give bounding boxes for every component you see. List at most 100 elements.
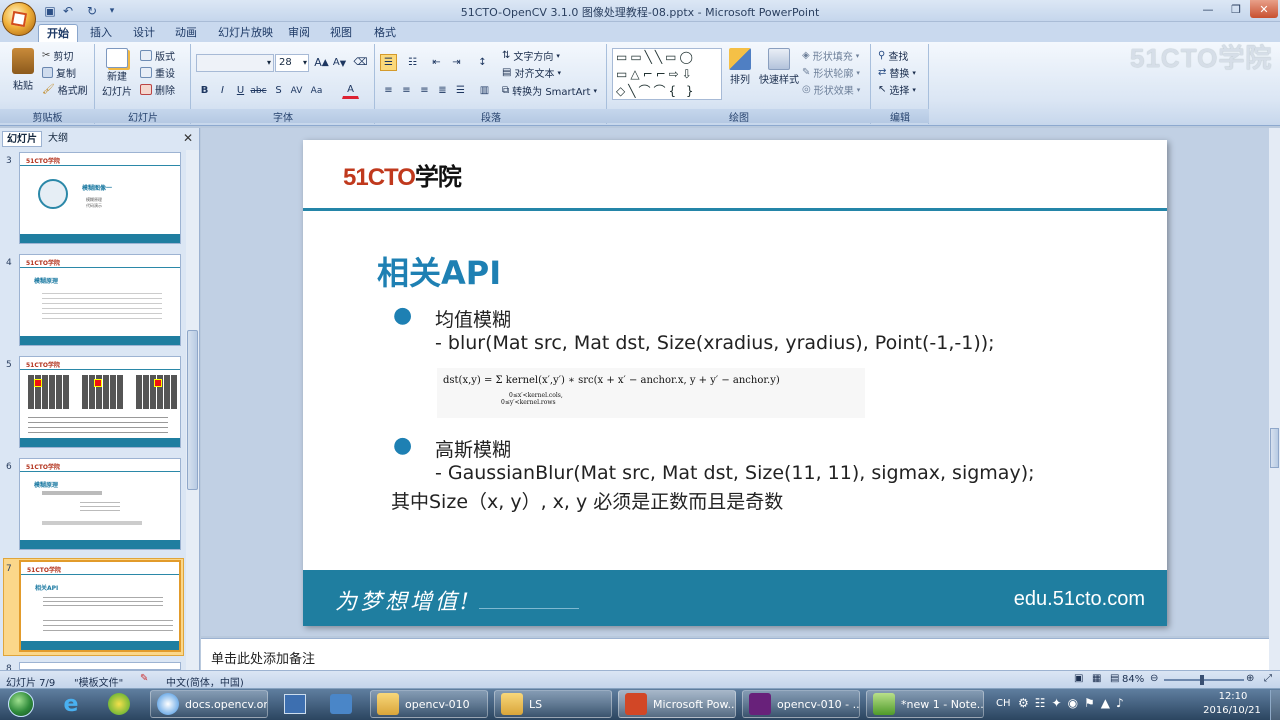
tab-format[interactable]: 格式 (366, 24, 404, 42)
media-pinned-icon[interactable] (322, 690, 360, 718)
columns-icon[interactable]: ▥ (476, 82, 493, 99)
slide-thumbnail-8[interactable] (19, 662, 181, 670)
zoom-level[interactable]: 84% (1122, 674, 1144, 685)
task-folder-opencv[interactable]: opencv-010 (370, 690, 488, 718)
panel-scrollbar[interactable] (186, 150, 199, 670)
tab-design[interactable]: 设计 (125, 24, 163, 42)
replace-button[interactable]: ⇄ 替换 ▾ (878, 65, 916, 80)
shrink-font-icon[interactable]: A ▼ (331, 54, 348, 71)
ie-pinned-icon[interactable]: e (52, 690, 90, 718)
quick-styles-button[interactable]: 快速样式 (758, 48, 800, 86)
shape-fill-button[interactable]: ◈ 形状填充 ▾ (802, 48, 859, 63)
size-note-text[interactable]: 其中Size（x, y）, x, y 必须是正数而且是奇数 (391, 487, 783, 514)
grow-font-icon[interactable]: A ▲ (313, 54, 330, 71)
arrange-button[interactable]: 排列 (726, 48, 754, 86)
bold-icon[interactable]: B (196, 82, 213, 99)
ime-indicator[interactable]: CH (996, 698, 1011, 709)
shapes-gallery[interactable]: ▭▭╲╲▭◯ ▭△⌐⌐⇨⇩ ◇╲⌒⌒{ } (612, 48, 722, 100)
task-powerpoint[interactable]: Microsoft Pow... (618, 690, 736, 718)
tab-slideshow[interactable]: 幻灯片放映 (210, 24, 281, 42)
tab-insert[interactable]: 插入 (82, 24, 120, 42)
task-folder-ls[interactable]: LS (494, 690, 612, 718)
reset-button[interactable]: 重设 (140, 65, 175, 80)
align-text-button[interactable]: ▤ 对齐文本 ▾ (502, 65, 561, 80)
redo-icon[interactable]: ↻ (84, 3, 100, 19)
align-center-icon[interactable]: ≡ (398, 82, 415, 99)
clock-date[interactable]: 2016/10/21 (1196, 705, 1268, 716)
zoom-in-icon[interactable]: ⊕ (1246, 673, 1254, 684)
close-panel-icon[interactable]: ✕ (183, 131, 193, 145)
tab-animation[interactable]: 动画 (167, 24, 205, 42)
tab-view[interactable]: 视图 (322, 24, 360, 42)
clock-time[interactable]: 12:10 (1210, 691, 1256, 702)
task-browser[interactable]: docs.opencv.or... (150, 690, 268, 718)
save-icon[interactable]: ▣ (42, 3, 58, 19)
char-spacing-icon[interactable]: AV (288, 82, 305, 99)
task-notepad[interactable]: *new 1 - Note... (866, 690, 984, 718)
bullet-heading-2[interactable]: 高斯模糊 (435, 435, 511, 462)
restore-button[interactable]: ❐ (1222, 0, 1250, 18)
fit-to-window-icon[interactable]: ⤢ (1264, 673, 1272, 684)
align-right-icon[interactable]: ≡ (416, 82, 433, 99)
tab-home[interactable]: 开始 (38, 24, 78, 42)
notes-pane[interactable]: 单击此处添加备注 (201, 638, 1269, 670)
start-button[interactable] (2, 690, 40, 718)
justify-icon[interactable]: ≣ (434, 82, 451, 99)
change-case-icon[interactable]: Aa (308, 82, 325, 99)
zoom-slider[interactable] (1164, 679, 1244, 681)
tab-slides-panel[interactable]: 幻灯片 (2, 131, 42, 147)
numbering-icon[interactable]: ☷ (404, 54, 421, 71)
language-indicator[interactable]: 中文(简体，中国) (166, 674, 244, 689)
font-color-icon[interactable]: A (342, 82, 359, 99)
increase-indent-icon[interactable]: ⇥ (448, 54, 465, 71)
paste-button[interactable]: 粘贴 (6, 48, 40, 92)
clear-format-icon[interactable]: ⌫ (352, 54, 369, 71)
normal-view-icon[interactable]: ▣ (1074, 673, 1083, 684)
shadow-icon[interactable]: S (270, 82, 287, 99)
scrollbar-thumb[interactable] (187, 330, 198, 490)
cut-button[interactable]: ✂ 剪切 (42, 48, 73, 63)
spellcheck-icon[interactable]: ✎ (140, 673, 148, 684)
select-button[interactable]: ↖ 选择 ▾ (878, 82, 916, 97)
gaussianblur-signature-text[interactable]: - GaussianBlur(Mat src, Mat dst, Size(11… (435, 462, 1035, 484)
slide-thumbnail-5[interactable]: 51CTO学院 (19, 356, 181, 448)
font-size-combo[interactable]: 28 ▾ (275, 54, 309, 72)
copy-button[interactable]: 复制 (42, 65, 76, 80)
strikethrough-icon[interactable]: abc (250, 82, 267, 99)
task-visual-studio[interactable]: opencv-010 - ... (742, 690, 860, 718)
bullet-heading-1[interactable]: 均值模糊 (435, 305, 511, 332)
line-spacing-icon[interactable]: ↕ (474, 54, 491, 71)
blur-signature-text[interactable]: - blur(Mat src, Mat dst, Size(xradius, y… (435, 332, 995, 354)
delete-slide-button[interactable]: 删除 (140, 82, 175, 97)
decrease-indent-icon[interactable]: ⇤ (428, 54, 445, 71)
slide-thumbnail-7[interactable]: 51CTO学院 相关API (19, 560, 181, 652)
underline-icon[interactable]: U (232, 82, 249, 99)
shape-outline-button[interactable]: ✎ 形状轮廓 ▾ (802, 65, 860, 80)
current-slide[interactable]: 51CTO学院 相关API ● 均值模糊 - blur(Mat src, Mat… (303, 140, 1167, 626)
slide-thumbnail-3[interactable]: 51CTO学院 模糊图像一 模糊原理 代码演示 (19, 152, 181, 244)
minimize-button[interactable]: — (1194, 0, 1222, 18)
slide-thumbnail-4[interactable]: 51CTO学院 模糊原理 (19, 254, 181, 346)
convert-smartart-button[interactable]: ⧉ 转换为 SmartArt ▾ (502, 83, 597, 98)
slide-sorter-icon[interactable]: ▦ (1092, 673, 1101, 684)
close-button[interactable]: ✕ (1250, 0, 1278, 18)
format-painter-button[interactable]: 🖌 格式刷 (42, 82, 88, 97)
undo-icon[interactable]: ↶ (60, 3, 76, 19)
new-slide-button[interactable]: 新建 幻灯片 (98, 48, 136, 98)
align-left-icon[interactable]: ≡ (380, 82, 397, 99)
zoom-slider-handle[interactable] (1200, 675, 1204, 685)
explorer-pinned-icon[interactable] (276, 690, 314, 718)
bullets-icon[interactable]: ☰ (380, 54, 397, 71)
font-family-combo[interactable]: ▾ (196, 54, 274, 72)
text-direction-button[interactable]: ⇅ 文字方向 ▾ (502, 48, 560, 63)
slide-thumbnail-6[interactable]: 51CTO学院 模糊原理 (19, 458, 181, 550)
slide-title[interactable]: 相关API (377, 248, 501, 294)
office-button[interactable] (2, 2, 36, 36)
layout-button[interactable]: 版式 (140, 48, 175, 63)
tray-icons[interactable]: ⚙☷✦◉⚑▲♪ (1018, 696, 1130, 710)
slideshow-view-icon[interactable]: ▤ (1110, 673, 1119, 684)
customize-qat-icon[interactable]: ▾ (104, 3, 120, 19)
zoom-out-icon[interactable]: ⊖ (1150, 673, 1158, 684)
show-desktop-button[interactable] (1270, 690, 1280, 720)
distribute-icon[interactable]: ☰ (452, 82, 469, 99)
